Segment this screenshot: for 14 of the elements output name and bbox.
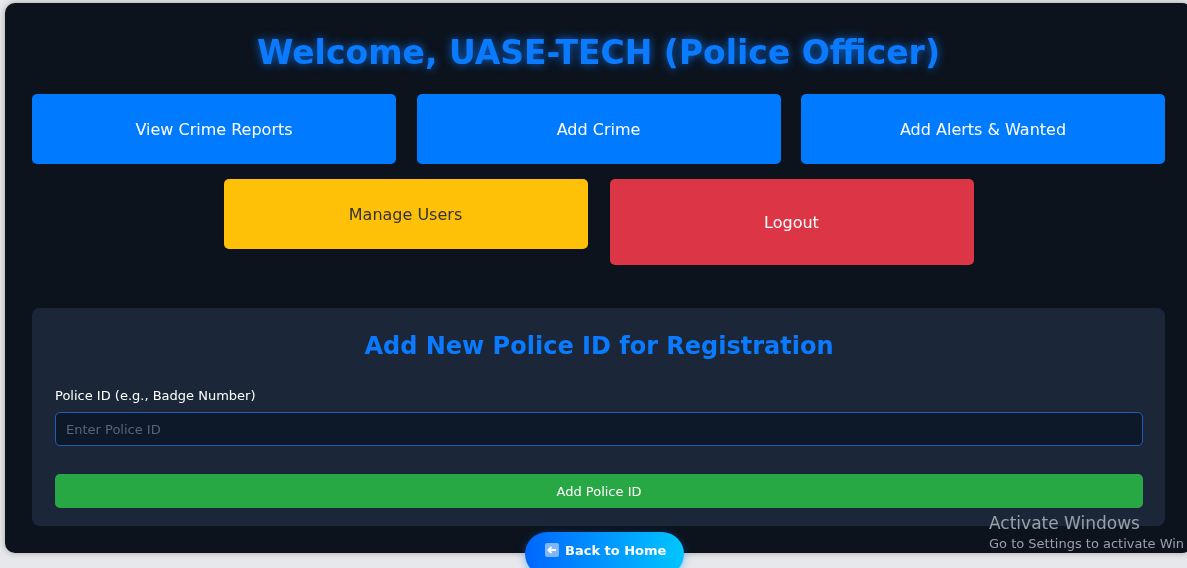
action-button[interactable]: Logout [609,179,974,265]
action-button[interactable]: Add Crime [416,94,781,164]
action-button[interactable]: Add Alerts & Wanted [801,94,1165,164]
field-label: Police ID (e.g., Badge Number) [55,388,257,403]
form-title: Add New Police ID for Registration [363,331,835,362]
police-id-field[interactable]: Enter Police ID [55,412,1143,446]
welcome-title: Welcome, UASE-TECH (Police Officer) [256,33,941,73]
action-button[interactable]: Manage Users [223,179,588,249]
activation-notice-text: Go to Settings to activate Win [989,536,1185,551]
back-to-home-button[interactable]: Back to Home [525,532,685,568]
add-police-id-button[interactable]: Add Police ID [55,474,1143,508]
action-button[interactable]: View Crime Reports [32,94,396,164]
left-arrow-icon [545,543,559,557]
activation-notice-title: Activate Windows [989,513,1141,533]
